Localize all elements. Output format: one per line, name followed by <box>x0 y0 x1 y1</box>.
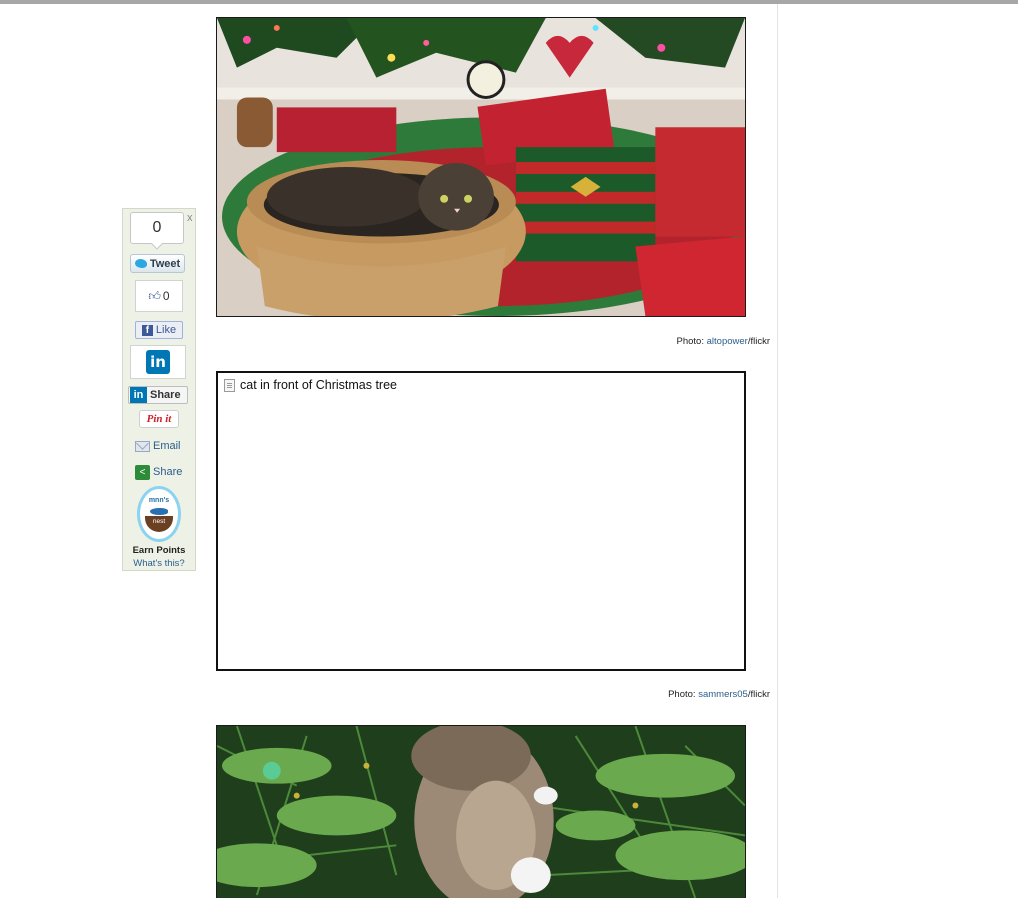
photo-credit-suffix: /flickr <box>747 336 770 347</box>
browser-top-bar <box>0 0 1018 4</box>
content-right-border <box>777 4 778 898</box>
photo-credit-prefix: Photo: <box>668 689 699 700</box>
photo-cat-in-tree <box>216 725 746 898</box>
facebook-like-button[interactable]: f Like <box>135 321 183 339</box>
mnn-nest-badge[interactable]: mnn's nest <box>137 486 181 542</box>
photo-credit-user-link[interactable]: sammers05 <box>698 689 748 700</box>
broken-image-icon <box>224 379 235 392</box>
broken-image-placeholder: cat in front of Christmas tree <box>216 371 746 671</box>
linkedin-share-button[interactable]: in Share <box>128 386 188 404</box>
like-count-value: 0 <box>162 289 170 303</box>
social-share-sidebar: x 0 Tweet 👍︎ 0 f Like in in Share Pin it… <box>122 208 196 571</box>
nest-bowl-icon: nest <box>145 516 173 532</box>
pinterest-pin-it-button[interactable]: Pin it <box>139 410 179 428</box>
share-label: Share <box>153 466 183 478</box>
thumbs-up-icon: 👍︎ <box>148 288 161 303</box>
generic-share-button[interactable]: < Share <box>135 464 182 480</box>
email-share-button[interactable]: Email <box>135 438 181 454</box>
photo-cat-in-basket <box>216 17 746 317</box>
earn-points-label: Earn Points <box>132 545 186 556</box>
nest-badge-top-text: mnn's <box>148 497 170 504</box>
linkedin-count-box: in <box>130 345 186 379</box>
tweet-button-label: Tweet <box>149 257 181 270</box>
linkedin-icon: in <box>146 350 170 374</box>
facebook-like-count: 👍︎ 0 <box>135 280 183 312</box>
envelope-icon <box>135 440 150 452</box>
linkedin-share-label: Share <box>150 389 181 401</box>
like-button-label: Like <box>155 324 177 336</box>
tweet-button[interactable]: Tweet <box>130 254 185 273</box>
linkedin-small-icon: in <box>130 387 147 403</box>
photo-credit-user-link[interactable]: altopower <box>707 336 748 347</box>
photo-credit-prefix: Photo: <box>676 336 707 347</box>
photo-credit: Photo: sammers05/flickr <box>668 689 770 700</box>
image-alt-text: cat in front of Christmas tree <box>240 378 398 392</box>
close-share-bar-button[interactable]: x <box>187 212 193 224</box>
photo-credit: Photo: altopower/flickr <box>677 336 770 347</box>
twitter-bird-icon <box>134 259 147 268</box>
email-label: Email <box>153 440 181 452</box>
nest-fish-icon <box>150 508 168 515</box>
whats-this-link[interactable]: What's this? <box>123 558 195 569</box>
share-icon: < <box>135 464 150 480</box>
tweet-count-bubble: 0 <box>130 212 184 244</box>
nest-badge-bottom-text: nest <box>152 518 166 525</box>
facebook-icon: f <box>141 324 153 336</box>
photo-credit-suffix: /flickr <box>747 689 770 700</box>
